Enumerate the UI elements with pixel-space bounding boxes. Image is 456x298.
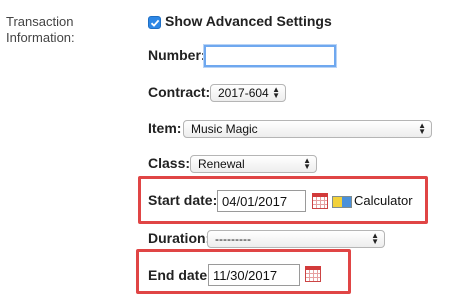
duration-select[interactable]: --------- ▲ ▼ <box>207 230 385 248</box>
select-arrows-icon: ▲ ▼ <box>303 156 311 171</box>
calendar-icon[interactable] <box>312 193 328 209</box>
end-date-label: End date: <box>148 267 212 283</box>
class-label: Class: <box>148 155 191 171</box>
show-advanced-settings-label[interactable]: Show Advanced Settings <box>165 13 332 29</box>
contract-select[interactable]: 2017-604 ▲ ▼ <box>210 84 286 102</box>
number-label: Number: <box>148 47 206 63</box>
class-select[interactable]: Renewal ▲ ▼ <box>190 155 317 173</box>
calendar-icon[interactable] <box>305 266 321 282</box>
select-arrows-icon: ▲ ▼ <box>371 231 379 246</box>
section-label-line-2: Information: <box>6 30 75 45</box>
start-date-input[interactable] <box>217 190 306 212</box>
select-arrows-icon: ▲ ▼ <box>418 121 426 136</box>
duration-select-value: --------- <box>215 232 251 246</box>
item-select[interactable]: Music Magic ▲ ▼ <box>183 120 432 138</box>
select-arrows-icon: ▲ ▼ <box>272 85 280 100</box>
section-label: Transaction Information: <box>6 14 126 46</box>
item-select-value: Music Magic <box>191 122 258 136</box>
calculator-icon[interactable] <box>332 196 352 208</box>
item-label: Item: <box>148 120 182 136</box>
number-input[interactable] <box>204 45 336 67</box>
contract-select-value: 2017-604 <box>218 86 269 100</box>
calculator-link[interactable]: Calculator <box>354 193 413 208</box>
checkmark-icon <box>150 19 160 27</box>
duration-label: Duration: <box>148 230 211 246</box>
class-select-value: Renewal <box>198 157 245 171</box>
end-date-input[interactable] <box>208 264 300 286</box>
show-advanced-settings-checkbox[interactable] <box>148 16 161 29</box>
contract-label: Contract: <box>148 84 211 100</box>
start-date-label: Start date: <box>148 192 218 208</box>
section-label-line-1: Transaction <box>6 14 74 29</box>
